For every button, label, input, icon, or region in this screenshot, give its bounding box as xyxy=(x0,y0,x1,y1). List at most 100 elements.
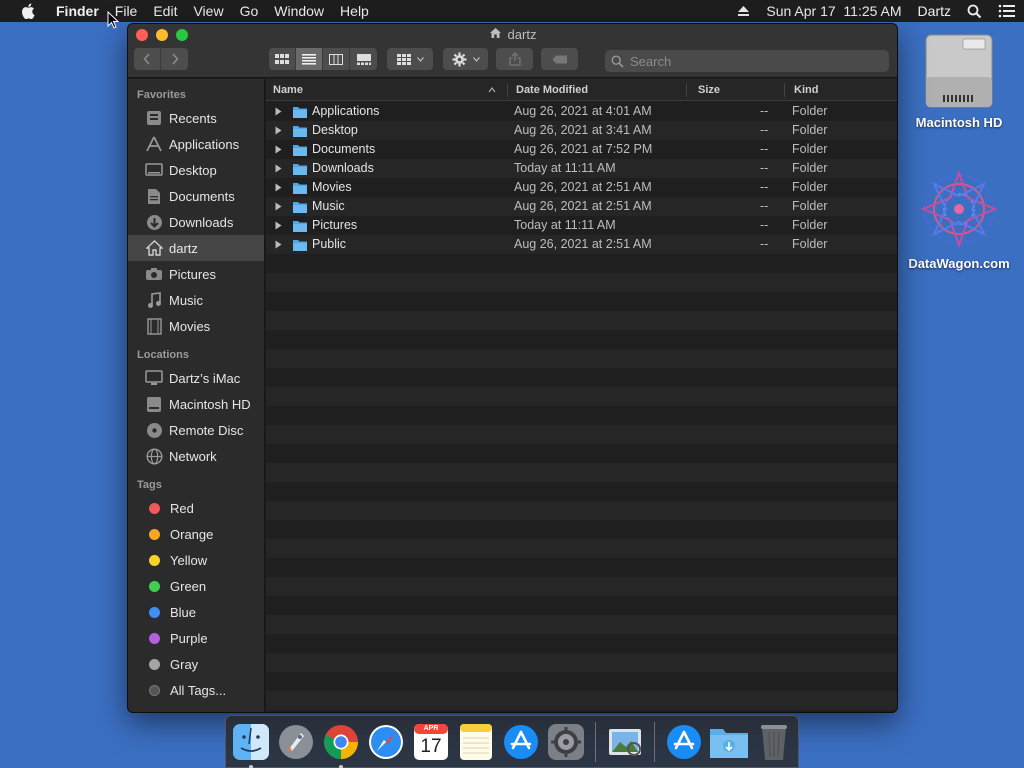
dock-launchpad[interactable] xyxy=(276,722,316,762)
dock-preview[interactable] xyxy=(605,722,645,762)
eject-icon[interactable] xyxy=(729,0,758,22)
sidebar-tag-gray[interactable]: Gray xyxy=(128,651,264,677)
share-button[interactable] xyxy=(496,48,533,70)
table-row[interactable]: Public Aug 26, 2021 at 2:51 AM -- Folder xyxy=(266,235,897,254)
dock-app-store[interactable] xyxy=(501,722,541,762)
spotlight-search-icon[interactable] xyxy=(959,0,990,22)
sidebar-item-documents[interactable]: Documents xyxy=(128,183,264,209)
sidebar-item-pictures[interactable]: Pictures xyxy=(128,261,264,287)
sidebar-item-music[interactable]: Music xyxy=(128,287,264,313)
menu-go[interactable]: Go xyxy=(232,0,267,22)
table-row[interactable]: Applications Aug 26, 2021 at 4:01 AM -- Fol… xyxy=(266,102,897,121)
tag-color-dot xyxy=(149,554,160,566)
menu-help[interactable]: Help xyxy=(332,0,377,22)
sidebar-item-remote-disc[interactable]: Remote Disc xyxy=(128,417,264,443)
list-view-button[interactable] xyxy=(296,48,323,70)
sidebar-tag-green[interactable]: Green xyxy=(128,573,264,599)
sidebar-item-imac[interactable]: Dartz’s iMac xyxy=(128,365,264,391)
dock-app-store-2[interactable] xyxy=(664,722,704,762)
film-icon xyxy=(145,317,163,335)
disclosure-triangle-icon[interactable] xyxy=(275,121,283,140)
sidebar-item-desktop[interactable]: Desktop xyxy=(128,157,264,183)
empty-row xyxy=(266,330,897,349)
sidebar-item-movies[interactable]: Movies xyxy=(128,313,264,339)
table-row[interactable]: Documents Aug 26, 2021 at 7:52 PM -- Folder xyxy=(266,140,897,159)
disclosure-triangle-icon[interactable] xyxy=(275,197,283,216)
dock-finder[interactable] xyxy=(231,722,271,768)
gallery-view-button[interactable] xyxy=(350,48,377,70)
sidebar-tag-purple[interactable]: Purple xyxy=(128,625,264,651)
dock-calendar[interactable]: APR 17 xyxy=(411,722,451,762)
sidebar-item-network[interactable]: Network xyxy=(128,443,264,469)
column-separator[interactable] xyxy=(507,83,508,97)
disclosure-triangle-icon[interactable] xyxy=(275,216,283,235)
file-name: Movies xyxy=(312,180,352,194)
column-separator[interactable] xyxy=(784,83,785,97)
folder-icon xyxy=(292,142,308,157)
dock-notes[interactable] xyxy=(456,722,496,762)
menu-view[interactable]: View xyxy=(185,0,231,22)
dock-safari[interactable] xyxy=(366,722,406,762)
table-row[interactable]: Pictures Today at 11:11 AM -- Folder xyxy=(266,216,897,235)
table-row[interactable]: Downloads Today at 11:11 AM -- Folder xyxy=(266,159,897,178)
back-button[interactable] xyxy=(134,48,161,70)
file-date: Aug 26, 2021 at 2:51 AM xyxy=(514,237,652,251)
disk-icon xyxy=(145,395,163,413)
menu-edit[interactable]: Edit xyxy=(145,0,185,22)
disclosure-triangle-icon[interactable] xyxy=(275,235,283,254)
clock-text[interactable]: Sun Apr 17 11:25 AM xyxy=(758,0,909,22)
forward-button[interactable] xyxy=(161,48,188,70)
sidebar-tag-blue[interactable]: Blue xyxy=(128,599,264,625)
user-name[interactable]: Dartz xyxy=(910,0,959,22)
sidebar-item-label: All Tags... xyxy=(170,682,227,698)
disclosure-triangle-icon[interactable] xyxy=(275,102,283,121)
search-field[interactable]: Search xyxy=(605,50,889,72)
dock-trash[interactable] xyxy=(754,722,794,762)
share-icon xyxy=(508,52,521,66)
sidebar-tag-yellow[interactable]: Yellow xyxy=(128,547,264,573)
desktop-icon-macintosh-hd[interactable]: Macintosh HD xyxy=(904,33,1014,130)
column-header-name[interactable]: Name xyxy=(273,79,303,101)
menu-window[interactable]: Window xyxy=(266,0,332,22)
sidebar-item-dartz[interactable]: dartz xyxy=(128,235,264,261)
tag-color-dot xyxy=(149,528,160,540)
table-row[interactable]: Music Aug 26, 2021 at 2:51 AM -- Folder xyxy=(266,197,897,216)
sidebar-item-applications[interactable]: Applications xyxy=(128,131,264,157)
sidebar-tag-orange[interactable]: Orange xyxy=(128,521,264,547)
empty-row xyxy=(266,577,897,596)
column-separator[interactable] xyxy=(686,83,687,97)
notification-center-icon[interactable] xyxy=(990,0,1024,22)
sidebar-item-label: Red xyxy=(170,500,194,516)
empty-row xyxy=(266,406,897,425)
file-size: -- xyxy=(760,218,769,232)
column-header-size[interactable]: Size xyxy=(698,79,720,101)
dock-system-preferences[interactable] xyxy=(546,722,586,762)
sidebar-item-macintosh-hd[interactable]: Macintosh HD xyxy=(128,391,264,417)
icon-view-button[interactable] xyxy=(269,48,296,70)
desktop-icon-datawagon[interactable]: DataWagon.com xyxy=(904,168,1014,271)
sidebar-item-recents[interactable]: Recents xyxy=(128,105,264,131)
edit-tags-button[interactable] xyxy=(541,48,578,70)
window-titlebar[interactable]: dartz Search xyxy=(128,24,897,78)
sidebar-tag-all-tags[interactable]: All Tags... xyxy=(128,677,264,703)
table-row[interactable]: Desktop Aug 26, 2021 at 3:41 AM -- Folder xyxy=(266,121,897,140)
column-header-kind[interactable]: Kind xyxy=(794,79,818,101)
column-header-date[interactable]: Date Modified xyxy=(516,79,588,101)
notes-icon xyxy=(460,723,492,760)
table-row[interactable]: Movies Aug 26, 2021 at 2:51 AM -- Folder xyxy=(266,178,897,197)
disclosure-triangle-icon[interactable] xyxy=(275,159,283,178)
apple-menu-icon[interactable] xyxy=(0,3,56,19)
menu-app-name[interactable]: Finder xyxy=(56,0,107,22)
column-view-button[interactable] xyxy=(323,48,350,70)
action-menu-button[interactable] xyxy=(443,48,488,70)
group-by-button[interactable] xyxy=(387,48,433,70)
sidebar-item-downloads[interactable]: Downloads xyxy=(128,209,264,235)
disclosure-triangle-icon[interactable] xyxy=(275,178,283,197)
home-icon xyxy=(145,239,163,257)
dock-separator xyxy=(595,721,596,762)
sidebar-tag-red[interactable]: Red xyxy=(128,495,264,521)
disclosure-triangle-icon[interactable] xyxy=(275,140,283,159)
dock-downloads-folder[interactable] xyxy=(709,722,749,762)
dock-chrome[interactable] xyxy=(321,722,361,768)
window-title-text: dartz xyxy=(507,27,537,42)
